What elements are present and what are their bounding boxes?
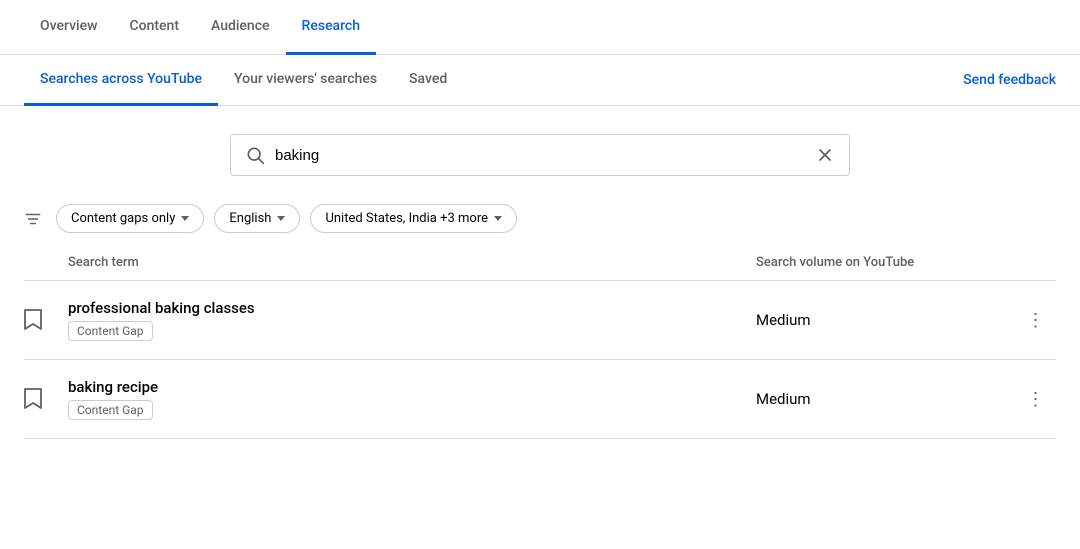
row-actions-menu[interactable]: ⋮ xyxy=(1016,310,1056,331)
volume-col: Medium xyxy=(756,390,1016,408)
filter-location[interactable]: United States, India +3 more xyxy=(310,204,517,233)
filter-lines-icon xyxy=(24,210,42,228)
sub-tab-saved[interactable]: Saved xyxy=(393,55,463,106)
column-header-search-volume: Search volume on YouTube xyxy=(756,255,1016,270)
tab-research[interactable]: Research xyxy=(286,0,376,55)
filter-content-gaps-label: Content gaps only xyxy=(71,211,175,226)
search-icon xyxy=(245,145,265,165)
column-header-search-term: Search term xyxy=(24,255,756,270)
term-col: professional baking classes Content Gap xyxy=(68,299,756,341)
sub-tab-searches-across-youtube[interactable]: Searches across YouTube xyxy=(24,55,218,106)
term-col: baking recipe Content Gap xyxy=(68,378,756,420)
sub-nav: Searches across YouTube Your viewers' se… xyxy=(0,55,1080,106)
clear-icon[interactable] xyxy=(815,145,835,165)
more-options-icon[interactable]: ⋮ xyxy=(1027,389,1046,410)
content-gap-badge: Content Gap xyxy=(68,400,153,420)
volume-col: Medium xyxy=(756,311,1016,329)
filter-content-gaps[interactable]: Content gaps only xyxy=(56,204,204,233)
filters-section: Content gaps only English United States,… xyxy=(0,196,1080,245)
table-row: professional baking classes Content Gap … xyxy=(24,281,1056,360)
chevron-down-icon xyxy=(277,216,285,221)
search-term-title: baking recipe xyxy=(68,378,756,396)
search-section xyxy=(0,106,1080,196)
results-table: Search term Search volume on YouTube pro… xyxy=(0,245,1080,439)
bookmark-icon[interactable] xyxy=(24,309,42,331)
search-input[interactable] xyxy=(275,147,815,164)
tab-overview[interactable]: Overview xyxy=(24,0,113,55)
content-gap-badge: Content Gap xyxy=(68,321,153,341)
bookmark-icon[interactable] xyxy=(24,388,42,410)
chevron-down-icon xyxy=(181,216,189,221)
chevron-down-icon xyxy=(494,216,502,221)
bookmark-col xyxy=(24,388,68,410)
top-nav: Overview Content Audience Research xyxy=(0,0,1080,55)
filter-language-label: English xyxy=(229,211,271,226)
table-row: baking recipe Content Gap Medium ⋮ xyxy=(24,360,1056,439)
filter-location-label: United States, India +3 more xyxy=(325,211,488,226)
tab-audience[interactable]: Audience xyxy=(195,0,286,55)
filter-language[interactable]: English xyxy=(214,204,300,233)
sub-tab-viewers-searches[interactable]: Your viewers' searches xyxy=(218,55,393,106)
send-feedback-button[interactable]: Send feedback xyxy=(963,56,1056,104)
bookmark-col xyxy=(24,309,68,331)
row-actions-menu[interactable]: ⋮ xyxy=(1016,389,1056,410)
search-term-title: professional baking classes xyxy=(68,299,756,317)
more-options-icon[interactable]: ⋮ xyxy=(1027,310,1046,331)
search-bar xyxy=(230,134,850,176)
tab-content[interactable]: Content xyxy=(113,0,195,55)
table-header: Search term Search volume on YouTube xyxy=(24,245,1056,281)
